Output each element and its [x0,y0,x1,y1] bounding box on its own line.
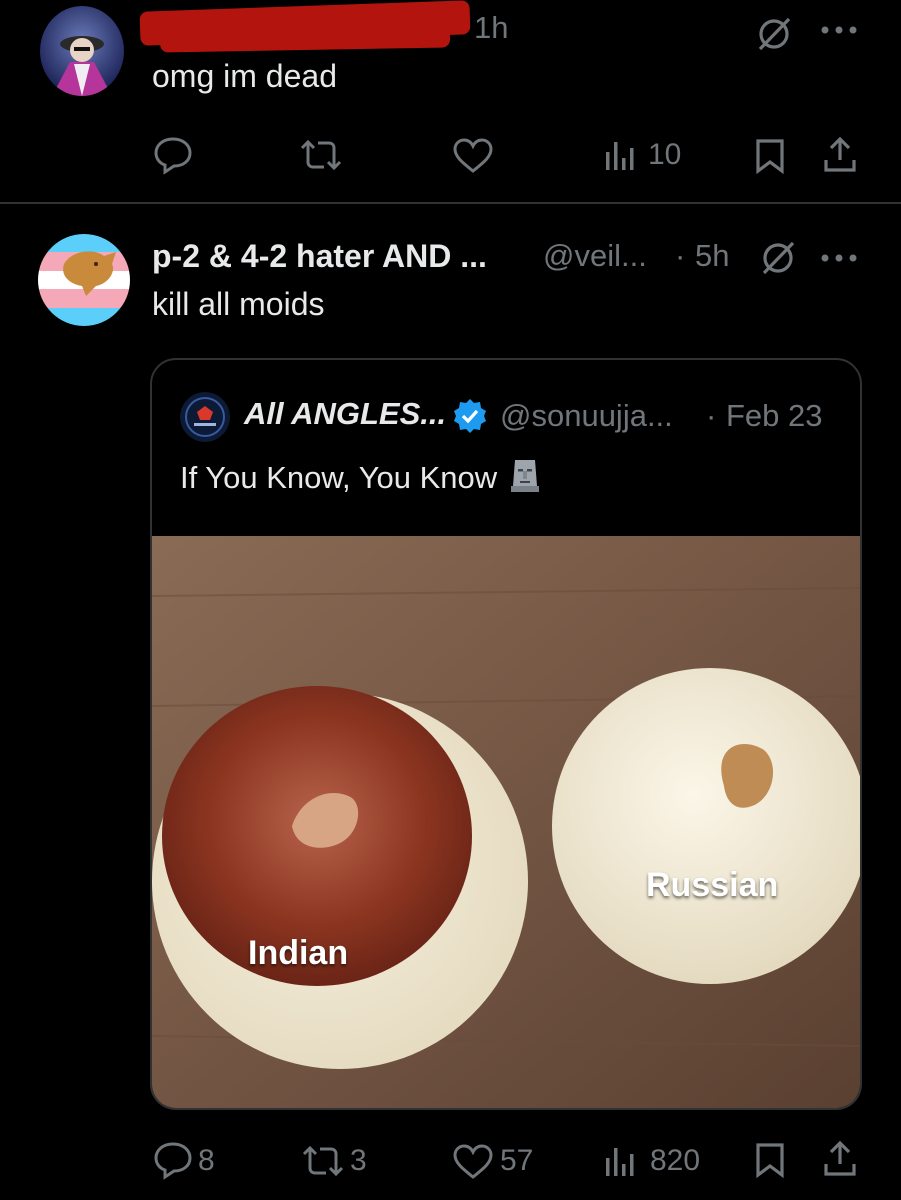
bookmark-icon[interactable] [754,138,786,174]
grok-icon[interactable] [754,14,794,54]
image-label-left: Indian [248,934,349,972]
post-time[interactable]: 5h [695,238,729,274]
divider [0,202,901,204]
quoted-display-name[interactable]: All ANGLES... [244,396,446,432]
quoted-post[interactable]: All ANGLES... @sonuujja... · Feb 23 If Y… [150,358,862,1110]
views-icon[interactable] [604,1146,640,1178]
avatar[interactable] [38,234,130,326]
grok-icon[interactable] [758,238,798,278]
handle[interactable]: @veil... [543,238,647,274]
post-text: kill all moids [152,286,325,322]
reply-icon[interactable] [152,1140,194,1180]
views-count: 10 [648,138,682,171]
repost-icon[interactable] [300,1144,346,1178]
avatar[interactable] [180,392,230,442]
quoted-text-content: If You Know, You Know [180,460,498,495]
views-icon[interactable] [604,140,640,172]
bookmark-icon[interactable] [754,1142,786,1178]
moai-emoji-icon [510,456,540,494]
post-text: omg im dead [152,58,337,94]
post-image[interactable]: Indian Russian [152,536,860,1108]
reply-icon[interactable] [152,135,194,175]
image-label-right: Russian [646,866,779,904]
verified-badge-icon [452,398,488,434]
quoted-date[interactable]: Feb 23 [726,398,823,434]
share-icon[interactable] [822,1140,858,1178]
views-count: 820 [650,1144,701,1177]
reply-count: 8 [198,1144,215,1177]
quoted-handle[interactable]: @sonuujja... [500,398,673,434]
time-separator: · [706,398,717,433]
post-time[interactable]: 1h [474,10,508,46]
like-icon[interactable] [452,1144,494,1180]
like-count: 57 [500,1144,534,1177]
avatar[interactable] [40,6,124,96]
display-name[interactable]: p-2 & 4-2 hater AND ... [152,238,487,275]
quoted-text: If You Know, You Know [180,456,540,496]
more-icon[interactable] [820,24,858,36]
like-icon[interactable] [452,138,494,174]
repost-count: 3 [350,1144,367,1177]
repost-icon[interactable] [298,138,344,172]
time-separator: · [675,238,686,273]
share-icon[interactable] [822,136,858,174]
more-icon[interactable] [820,252,858,264]
redacted-handle [159,27,451,53]
